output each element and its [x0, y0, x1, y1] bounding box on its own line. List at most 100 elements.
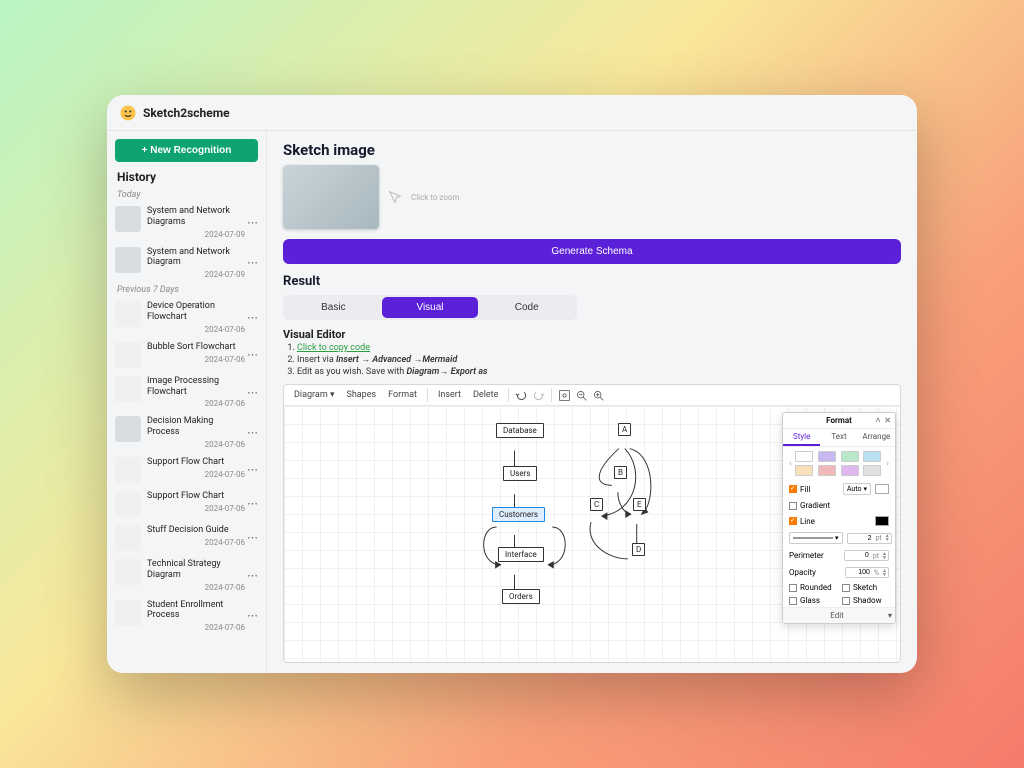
undo-icon[interactable]	[515, 389, 528, 402]
history-date: 2024-07-09	[147, 228, 245, 239]
history-thumb	[115, 491, 141, 517]
history-menu-icon[interactable]: ⋯	[245, 217, 260, 228]
format-tab-arrange[interactable]: Arrange	[858, 429, 895, 446]
history-menu-icon[interactable]: ⋯	[245, 427, 260, 438]
history-title: Image Processing Flowchart	[147, 376, 245, 398]
tab-code[interactable]: Code	[478, 297, 575, 318]
history-item[interactable]: Stuff Decision Guide2024-07-06⋯	[107, 521, 266, 555]
history-menu-icon[interactable]: ⋯	[245, 498, 260, 509]
node-a[interactable]: A	[618, 423, 631, 436]
menu-diagram[interactable]: Diagram ▾	[290, 388, 338, 402]
node-e[interactable]: E	[633, 498, 646, 511]
sketch-checkbox[interactable]: Sketch	[842, 583, 889, 592]
color-swatch[interactable]	[863, 451, 881, 462]
shadow-checkbox[interactable]: Shadow	[842, 596, 889, 605]
node-orders[interactable]: Orders	[502, 589, 540, 604]
history-menu-icon[interactable]: ⋯	[245, 610, 260, 621]
menu-delete[interactable]: Delete	[469, 388, 502, 402]
history-menu-icon[interactable]: ⋯	[245, 257, 260, 268]
history-menu-icon[interactable]: ⋯	[245, 349, 260, 360]
line-width-stepper[interactable]: pt▲▼	[847, 533, 892, 544]
history-thumb	[115, 342, 141, 368]
fill-checkbox[interactable]: Fill	[789, 485, 839, 494]
sketch-image-heading: Sketch image	[283, 141, 901, 159]
history-item[interactable]: Technical Strategy Diagram2024-07-06⋯	[107, 555, 266, 596]
cursor-icon	[387, 189, 403, 205]
node-b[interactable]: B	[614, 466, 627, 479]
history-menu-icon[interactable]: ⋯	[245, 387, 260, 398]
history-item[interactable]: Bubble Sort Flowchart2024-07-06⋯	[107, 338, 266, 372]
node-c[interactable]: C	[590, 498, 603, 511]
redo-icon[interactable]	[532, 389, 545, 402]
format-tab-style[interactable]: Style	[783, 429, 820, 446]
menu-format[interactable]: Format	[384, 388, 421, 402]
opacity-label: Opacity	[789, 568, 841, 577]
line-checkbox[interactable]: Line	[789, 517, 871, 526]
node-users[interactable]: Users	[503, 466, 537, 481]
gradient-checkbox[interactable]: Gradient	[789, 501, 889, 510]
collapse-icon[interactable]: ˄	[876, 416, 881, 425]
history-item[interactable]: Decision Making Process2024-07-06⋯	[107, 412, 266, 453]
history-date: 2024-07-06	[147, 468, 245, 479]
history-date: 2024-07-06	[147, 502, 245, 513]
zoom-out-icon[interactable]	[575, 389, 588, 402]
generate-schema-button[interactable]: Generate Schema	[283, 239, 901, 264]
menu-insert[interactable]: Insert	[434, 388, 465, 402]
zoom-in-icon[interactable]	[592, 389, 605, 402]
fill-mode-select[interactable]: Auto▾	[843, 483, 871, 495]
history-menu-icon[interactable]: ⋯	[245, 464, 260, 475]
copy-code-link[interactable]: Click to copy code	[297, 343, 370, 353]
history-heading: History	[107, 170, 266, 188]
history-item[interactable]: Support Flow Chart2024-07-06⋯	[107, 453, 266, 487]
history-item[interactable]: Student Enrollment Process2024-07-06⋯	[107, 596, 266, 637]
node-database[interactable]: Database	[496, 423, 544, 438]
close-icon[interactable]: ✕	[884, 416, 891, 425]
history-title: Support Flow Chart	[147, 491, 245, 502]
opacity-stepper[interactable]: %▲▼	[845, 567, 889, 578]
tab-basic[interactable]: Basic	[285, 297, 382, 318]
format-edit-button[interactable]: Edit ▾	[783, 607, 895, 623]
color-swatch[interactable]	[795, 465, 813, 476]
history-item[interactable]: System and Network Diagrams2024-07-09 ⋯	[107, 202, 266, 243]
color-swatch[interactable]	[818, 465, 836, 476]
history-title: System and Network Diagrams	[147, 206, 245, 228]
sketch-image-preview[interactable]	[283, 165, 379, 229]
node-interface[interactable]: Interface	[498, 547, 544, 562]
history-group-prev7: Previous 7 Days	[107, 283, 266, 297]
history-date: 2024-07-06	[147, 621, 245, 632]
format-panel[interactable]: Format˄✕ Style Text Arrange ‹ › Fill	[782, 412, 896, 624]
zoom-fit-icon[interactable]	[558, 389, 571, 402]
rounded-checkbox[interactable]: Rounded	[789, 583, 836, 592]
history-title: Decision Making Process	[147, 416, 245, 438]
visual-editor-heading: Visual Editor	[283, 328, 901, 341]
swatch-next-icon[interactable]: ›	[886, 459, 889, 469]
node-d[interactable]: D	[632, 543, 645, 556]
history-menu-icon[interactable]: ⋯	[245, 570, 260, 581]
perimeter-stepper[interactable]: pt▲▼	[844, 550, 889, 561]
line-style-select[interactable]: ▾	[789, 532, 843, 544]
glass-checkbox[interactable]: Glass	[789, 596, 836, 605]
format-tab-text[interactable]: Text	[820, 429, 857, 446]
color-swatch[interactable]	[818, 451, 836, 462]
menu-shapes[interactable]: Shapes	[342, 388, 380, 402]
line-color-well[interactable]	[875, 516, 889, 526]
main-content: Sketch image Click to zoom Generate Sche…	[267, 131, 917, 673]
swatch-prev-icon[interactable]: ‹	[789, 459, 792, 469]
history-item[interactable]: Support Flow Chart2024-07-06⋯	[107, 487, 266, 521]
fill-color-well[interactable]	[875, 484, 889, 494]
history-item[interactable]: System and Network Diagram2024-07-09 ⋯	[107, 243, 266, 284]
history-item[interactable]: Image Processing Flowchart2024-07-06⋯	[107, 372, 266, 413]
history-menu-icon[interactable]: ⋯	[245, 532, 260, 543]
node-customers[interactable]: Customers	[492, 507, 545, 522]
history-item[interactable]: Device Operation Flowchart2024-07-06⋯	[107, 297, 266, 338]
new-recognition-button[interactable]: + New Recognition	[115, 139, 258, 162]
tab-visual[interactable]: Visual	[382, 297, 479, 318]
history-date: 2024-07-06	[147, 323, 245, 334]
color-swatch[interactable]	[841, 451, 859, 462]
history-title: Support Flow Chart	[147, 457, 245, 468]
color-swatch[interactable]	[841, 465, 859, 476]
history-menu-icon[interactable]: ⋯	[245, 312, 260, 323]
color-swatch[interactable]	[863, 465, 881, 476]
color-swatch[interactable]	[795, 451, 813, 462]
color-swatches	[795, 451, 884, 476]
